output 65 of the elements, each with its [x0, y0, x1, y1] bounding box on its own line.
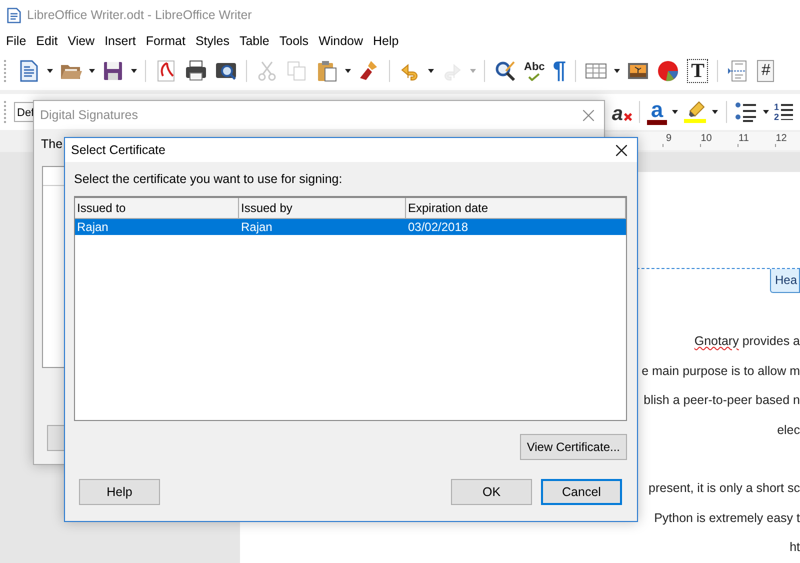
- text-line: ht: [790, 539, 800, 556]
- text-line: present, it is only a short sc: [648, 480, 800, 497]
- table-cell-text: 03/02/2018: [407, 219, 470, 235]
- menu-item[interactable]: File: [2, 32, 30, 50]
- caret-icon[interactable]: [47, 69, 53, 73]
- writer-logo-icon: [7, 6, 21, 24]
- menu-item[interactable]: Table: [235, 32, 274, 50]
- cancel-button[interactable]: Cancel: [541, 479, 622, 505]
- menu-item[interactable]: Window: [314, 32, 368, 50]
- paste-icon[interactable]: [315, 59, 339, 83]
- text-line: Python is extremely easy t: [654, 510, 800, 527]
- caret-icon[interactable]: [763, 110, 769, 114]
- table-cell-text: Rajan: [240, 219, 274, 235]
- menu-item[interactable]: View: [64, 32, 99, 50]
- check-icon: [528, 72, 540, 80]
- menu-item[interactable]: Tools: [275, 32, 313, 50]
- ruler-number: 10: [700, 132, 713, 146]
- menu-item[interactable]: Insert: [100, 32, 140, 50]
- menu-item[interactable]: Styles: [191, 32, 234, 50]
- dialog-title: Digital Signatures: [40, 108, 138, 122]
- caret-icon[interactable]: [131, 69, 137, 73]
- ruler-number: 11: [738, 132, 750, 146]
- header-tab[interactable]: Hea: [770, 269, 800, 293]
- spelling-button[interactable]: Abc: [524, 62, 545, 80]
- caret-icon[interactable]: [89, 69, 95, 73]
- help-button[interactable]: Help: [79, 479, 160, 505]
- save-icon[interactable]: [101, 59, 125, 83]
- bullet-list-icon[interactable]: [734, 100, 758, 124]
- print-icon[interactable]: [184, 59, 208, 83]
- pie-chart-icon[interactable]: [656, 59, 680, 83]
- caret-icon[interactable]: [614, 69, 620, 73]
- dialog-text: The: [41, 137, 63, 151]
- text-line: e main purpose is to allow m: [642, 362, 800, 380]
- formatting-marks-button[interactable]: ¶: [552, 59, 566, 83]
- menu-item[interactable]: Edit: [32, 32, 62, 50]
- numbered-list-button[interactable]: 1 2: [774, 102, 798, 122]
- caret-icon[interactable]: [712, 110, 718, 114]
- caret-icon[interactable]: [428, 69, 434, 73]
- column-header[interactable]: Expiration date: [406, 198, 626, 218]
- text-line: Gnotary provides a: [694, 333, 800, 350]
- menu-item[interactable]: Format: [142, 32, 190, 50]
- x-icon: [624, 113, 632, 121]
- highlighter-icon[interactable]: [683, 100, 707, 124]
- column-header[interactable]: Issued by: [239, 198, 406, 218]
- table-cell-text: Rajan: [76, 219, 110, 235]
- caret-icon[interactable]: [345, 69, 351, 73]
- close-icon[interactable]: [616, 144, 627, 156]
- text-line: elec: [777, 422, 800, 438]
- toolbar-button[interactable]: #: [757, 60, 774, 82]
- text-box-button[interactable]: T: [687, 59, 708, 83]
- text-line: blish a peer-to-peer based n: [644, 392, 800, 409]
- dialog-prompt: Select the certificate you want to use for signing:: [74, 172, 344, 186]
- menu-item[interactable]: Help: [369, 32, 403, 50]
- font-color-button[interactable]: a: [647, 100, 667, 124]
- ruler-number: 9: [664, 132, 673, 146]
- clear-formatting-button[interactable]: a: [612, 99, 632, 125]
- caret-icon[interactable]: [672, 110, 678, 114]
- column-header[interactable]: Issued to: [75, 198, 239, 218]
- ruler-number: 12: [774, 132, 788, 146]
- find-replace-icon[interactable]: [493, 59, 517, 83]
- dialog-title: Select Certificate: [71, 143, 166, 157]
- table-row[interactable]: Rajan Rajan 03/02/2018: [75, 219, 626, 235]
- window-title: LibreOffice Writer.odt - LibreOffice Writer: [27, 8, 252, 22]
- ok-button[interactable]: OK: [451, 479, 532, 505]
- view-certificate-button[interactable]: View Certificate...: [520, 434, 627, 460]
